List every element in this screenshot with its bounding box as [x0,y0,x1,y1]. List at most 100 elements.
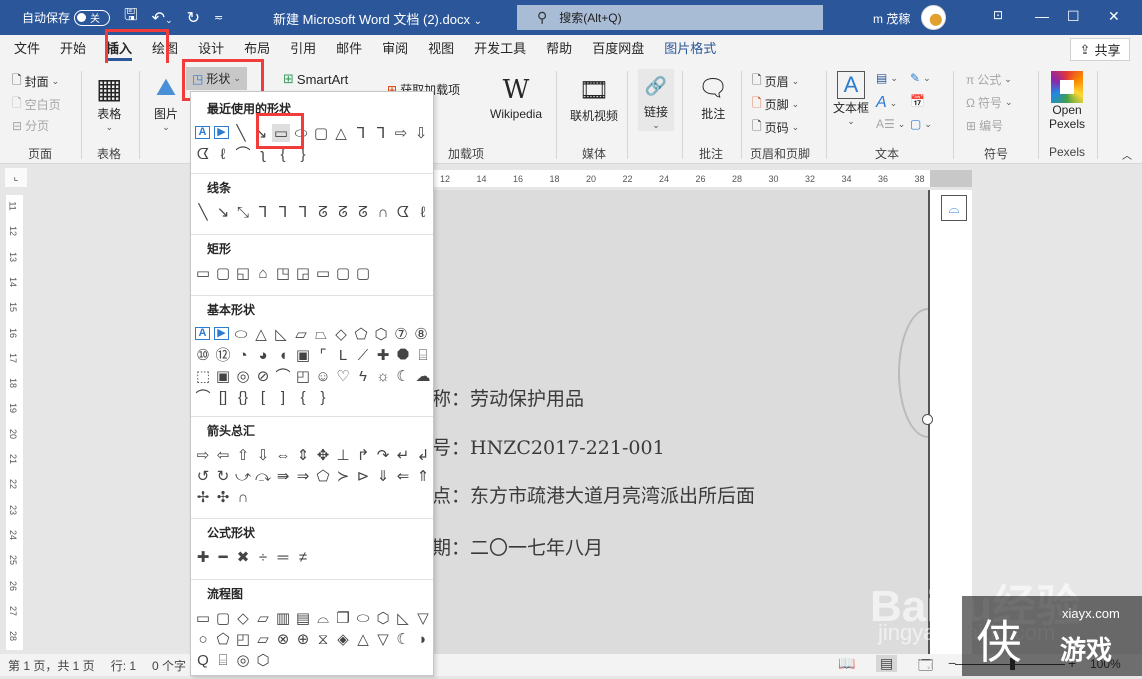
shape-item[interactable]: ☼ [374,367,392,385]
shape-item[interactable]: ◺ [394,609,412,627]
tab-developer[interactable]: 开发工具 [464,35,536,63]
page-break-button[interactable]: ⊟ 分页 [12,117,49,134]
shape-item[interactable]: ❐ [334,609,352,627]
shape-item[interactable]: ╲ [232,124,250,142]
tab-review[interactable]: 审阅 [372,35,418,63]
shape-item[interactable]: ⌓ [314,609,332,627]
shape-item[interactable]: ↺ [194,467,212,485]
ribbon-display-icon[interactable]: ⊡ [993,8,1003,22]
shape-item[interactable]: ᘔ [334,203,352,221]
shape-item[interactable]: ⇐ [394,467,412,485]
shape-item[interactable]: } [314,388,332,406]
undo-icon[interactable]: ↶⌄ [152,8,173,28]
shape-item[interactable]: [] [214,388,232,406]
shape-item[interactable]: ▽ [414,609,432,627]
shape-item[interactable]: ⇨ [194,446,212,464]
document-line[interactable]: 称：劳动保护用品 [432,384,584,411]
shape-item[interactable]: ⅂ [254,203,272,221]
shape-item[interactable]: ⊳ [354,467,372,485]
page-count[interactable]: 第 1 页，共 1 页 [8,657,95,674]
shape-item[interactable]: ◕ [254,346,272,364]
tab-file[interactable]: 文件 [4,35,50,63]
shape-item[interactable]: ϟ [354,367,372,385]
shape-item[interactable]: ⤡ [234,203,252,221]
tab-references[interactable]: 引用 [280,35,326,63]
document-line[interactable]: 号：HNZC2017-221-001 [432,433,665,460]
shape-item[interactable]: ▱ [254,609,272,627]
shape-item[interactable]: ⌒ [274,367,292,385]
textbox-button[interactable]: A 文本框 ⌄ [833,71,869,127]
shape-item[interactable]: ⇩ [254,446,272,464]
tab-help[interactable]: 帮助 [536,35,582,63]
close-icon[interactable]: ✕ [1108,8,1120,25]
shape-item[interactable]: ⇧ [234,446,252,464]
print-layout-icon[interactable]: ▤ [876,655,898,672]
shape-item[interactable]: ▶ [214,327,229,340]
shape-item[interactable]: ⧖ [314,630,332,648]
shape-item[interactable]: ◎ [234,651,252,669]
shape-item[interactable]: ⤼ [254,467,272,485]
document-line[interactable]: 点：东方市疏港大道月亮湾派出所后面 [432,481,755,508]
quick-parts-icon[interactable]: ▤ ⌄ [876,71,898,85]
shape-item[interactable]: ◳ [274,264,292,282]
web-layout-icon[interactable]: 🗔 [918,655,933,679]
shape-item[interactable]: Q [194,651,212,669]
shape-item[interactable]: ⌂ [254,264,272,282]
object-icon[interactable]: ▢ ⌄ [910,117,932,131]
shape-item[interactable]: ◈ [334,630,352,648]
shape-item[interactable]: ⇦ [214,446,232,464]
document-page[interactable] [432,190,928,654]
tab-baidu-netdisk[interactable]: 百度网盘 [582,35,654,63]
shape-item[interactable]: L [334,346,352,364]
shape-item[interactable]: ╲ [194,203,212,221]
shape-item[interactable]: ᘔ [354,203,372,221]
user-name[interactable]: m 茂稼 [873,10,910,27]
read-mode-icon[interactable]: 📖 [838,655,855,672]
layout-options-button[interactable]: ⌓ [941,195,967,221]
open-pexels-button[interactable]: Open Pexels [1049,71,1085,131]
symbol-button[interactable]: Ω 符号 ⌄ [966,94,1013,111]
shape-item[interactable]: ▤ [294,609,312,627]
cover-page-button[interactable]: 🗋 封面 ⌄ [12,71,59,92]
shape-item[interactable]: ⯃ [394,346,412,364]
pictures-button[interactable]: ⛰ 图片 ⌄ [154,71,178,133]
shape-item[interactable]: ✚ [374,346,392,364]
shape-item[interactable]: ▣ [294,346,312,364]
shape-item[interactable]: ⊘ [254,367,272,385]
tab-home[interactable]: 开始 [50,35,96,63]
shape-item[interactable]: ⅂ [372,124,390,142]
shape-item[interactable]: {} [234,388,252,406]
shape-item[interactable]: ▢ [334,264,352,282]
header-button[interactable]: 🗋 页眉 ⌄ [752,71,799,92]
tab-view[interactable]: 视图 [418,35,464,63]
shape-item[interactable]: ⅂ [294,203,312,221]
word-count[interactable]: 0 个字 [152,657,186,674]
drop-cap-icon[interactable]: A☰ ⌄ [876,117,905,131]
save-icon[interactable]: 🖫 [124,4,138,31]
tab-mailings[interactable]: 邮件 [326,35,372,63]
shape-item[interactable]: ⊕ [294,630,312,648]
shape-item[interactable]: ᘔ [314,203,332,221]
smartart-button[interactable]: ⊞ SmartArt [283,71,348,87]
shape-item[interactable]: ◲ [294,264,312,282]
shape-item[interactable]: ⇩ [412,124,430,142]
customize-qat-icon[interactable]: ≂ [214,11,223,24]
document-line[interactable]: 期：二〇一七年八月 [432,533,603,560]
vertical-ruler[interactable]: 11 12 13 14 15 16 17 18 19 20 21 22 23 24 25 26 27 28 [6,195,23,650]
shape-item[interactable]: ∩ [374,203,392,221]
shape-item[interactable]: ◱ [234,264,252,282]
picture-resize-handle[interactable] [922,414,933,425]
shape-item[interactable]: ⇕ [294,446,312,464]
shape-item[interactable]: ▢ [354,264,372,282]
shape-item[interactable]: ⏢ [312,325,330,343]
shape-item[interactable]: ⑫ [214,346,232,364]
comment-button[interactable]: 🗨 批注 [698,71,728,122]
shape-item[interactable]: ▭ [194,609,212,627]
shape-item[interactable]: ⌒ [234,145,252,163]
date-time-icon[interactable]: 📅 [910,94,925,108]
shape-item[interactable]: ↻ [214,467,232,485]
shape-item[interactable]: ⬡ [374,609,392,627]
shape-item[interactable]: ━ [214,548,232,566]
avatar[interactable] [921,5,946,30]
shape-item[interactable]: ⇓ [374,467,392,485]
